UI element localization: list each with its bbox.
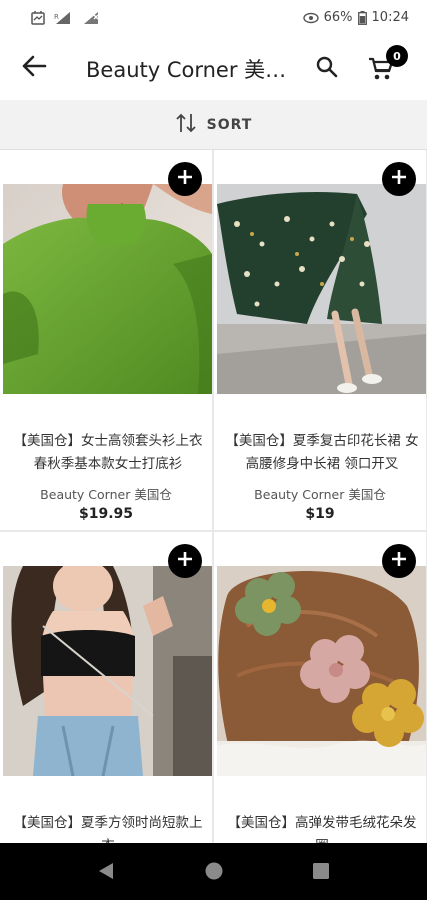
clock-time: 10:24 [371, 10, 409, 25]
plus-icon [177, 169, 193, 189]
search-icon [316, 56, 338, 82]
sort-label: SORT [206, 116, 253, 133]
cart-count-badge: 0 [386, 45, 408, 67]
product-name[interactable]: 【美国仓】夏季方领时尚短款上衣 [10, 812, 206, 843]
status-bar: R 66% 10:24 [0, 0, 427, 38]
product-vendor: Beauty Corner 美国仓 [40, 487, 172, 502]
svg-text:R: R [54, 13, 59, 21]
back-button[interactable] [14, 50, 54, 86]
product-card[interactable]: 【美国仓】高弹发带毛绒花朵发圈 [214, 532, 426, 843]
plus-icon [177, 551, 193, 571]
cart-button[interactable]: 0 [366, 45, 408, 88]
add-to-cart-button[interactable] [168, 162, 202, 196]
nav-home-button[interactable] [204, 861, 224, 885]
add-to-cart-button[interactable] [168, 544, 202, 578]
app-bar: Beauty Corner 美国仓 0 [0, 38, 427, 100]
battery-icon [357, 10, 367, 25]
product-card[interactable]: 【美国仓】夏季复古印花长裙 女高腰修身中长裙 领口开叉 Beauty Corne… [214, 150, 426, 530]
system-nav-bar [0, 843, 427, 900]
sort-button[interactable]: SORT [0, 100, 427, 150]
product-grid: 【美国仓】女士高领套头衫上衣 春秋季基本款女士打底衫 Beauty Corner… [0, 150, 427, 843]
plus-icon [391, 169, 407, 189]
product-card[interactable]: 【美国仓】夏季方领时尚短款上衣 [0, 532, 212, 843]
product-name[interactable]: 【美国仓】夏季复古印花长裙 女高腰修身中长裙 领口开叉 [224, 430, 420, 476]
signal-icon-1: R [54, 11, 74, 25]
search-button[interactable] [310, 52, 344, 86]
eye-icon [302, 12, 319, 24]
battery-percent: 66% [323, 10, 353, 25]
product-name[interactable]: 【美国仓】高弹发带毛绒花朵发圈 [224, 812, 420, 843]
sort-arrows-icon [175, 112, 197, 138]
product-name[interactable]: 【美国仓】女士高领套头衫上衣 春秋季基本款女士打底衫 [10, 430, 206, 476]
product-price: $19.95 [78, 506, 134, 522]
nav-recents-button[interactable] [311, 861, 331, 885]
arrow-left-icon [21, 55, 47, 81]
product-image[interactable] [217, 566, 426, 776]
product-vendor: Beauty Corner 美国仓 [254, 487, 386, 502]
plus-icon [391, 551, 407, 571]
add-to-cart-button[interactable] [382, 544, 416, 578]
product-card[interactable]: 【美国仓】女士高领套头衫上衣 春秋季基本款女士打底衫 Beauty Corner… [0, 150, 212, 530]
product-image[interactable] [217, 184, 426, 394]
product-image[interactable] [3, 566, 212, 776]
notification-icon [30, 10, 46, 26]
product-price: $19 [305, 506, 335, 522]
product-image[interactable] [3, 184, 212, 394]
signal-icon-2 [82, 11, 100, 25]
add-to-cart-button[interactable] [382, 162, 416, 196]
nav-back-button[interactable] [96, 861, 116, 885]
page-title: Beauty Corner 美国仓 [86, 58, 298, 82]
